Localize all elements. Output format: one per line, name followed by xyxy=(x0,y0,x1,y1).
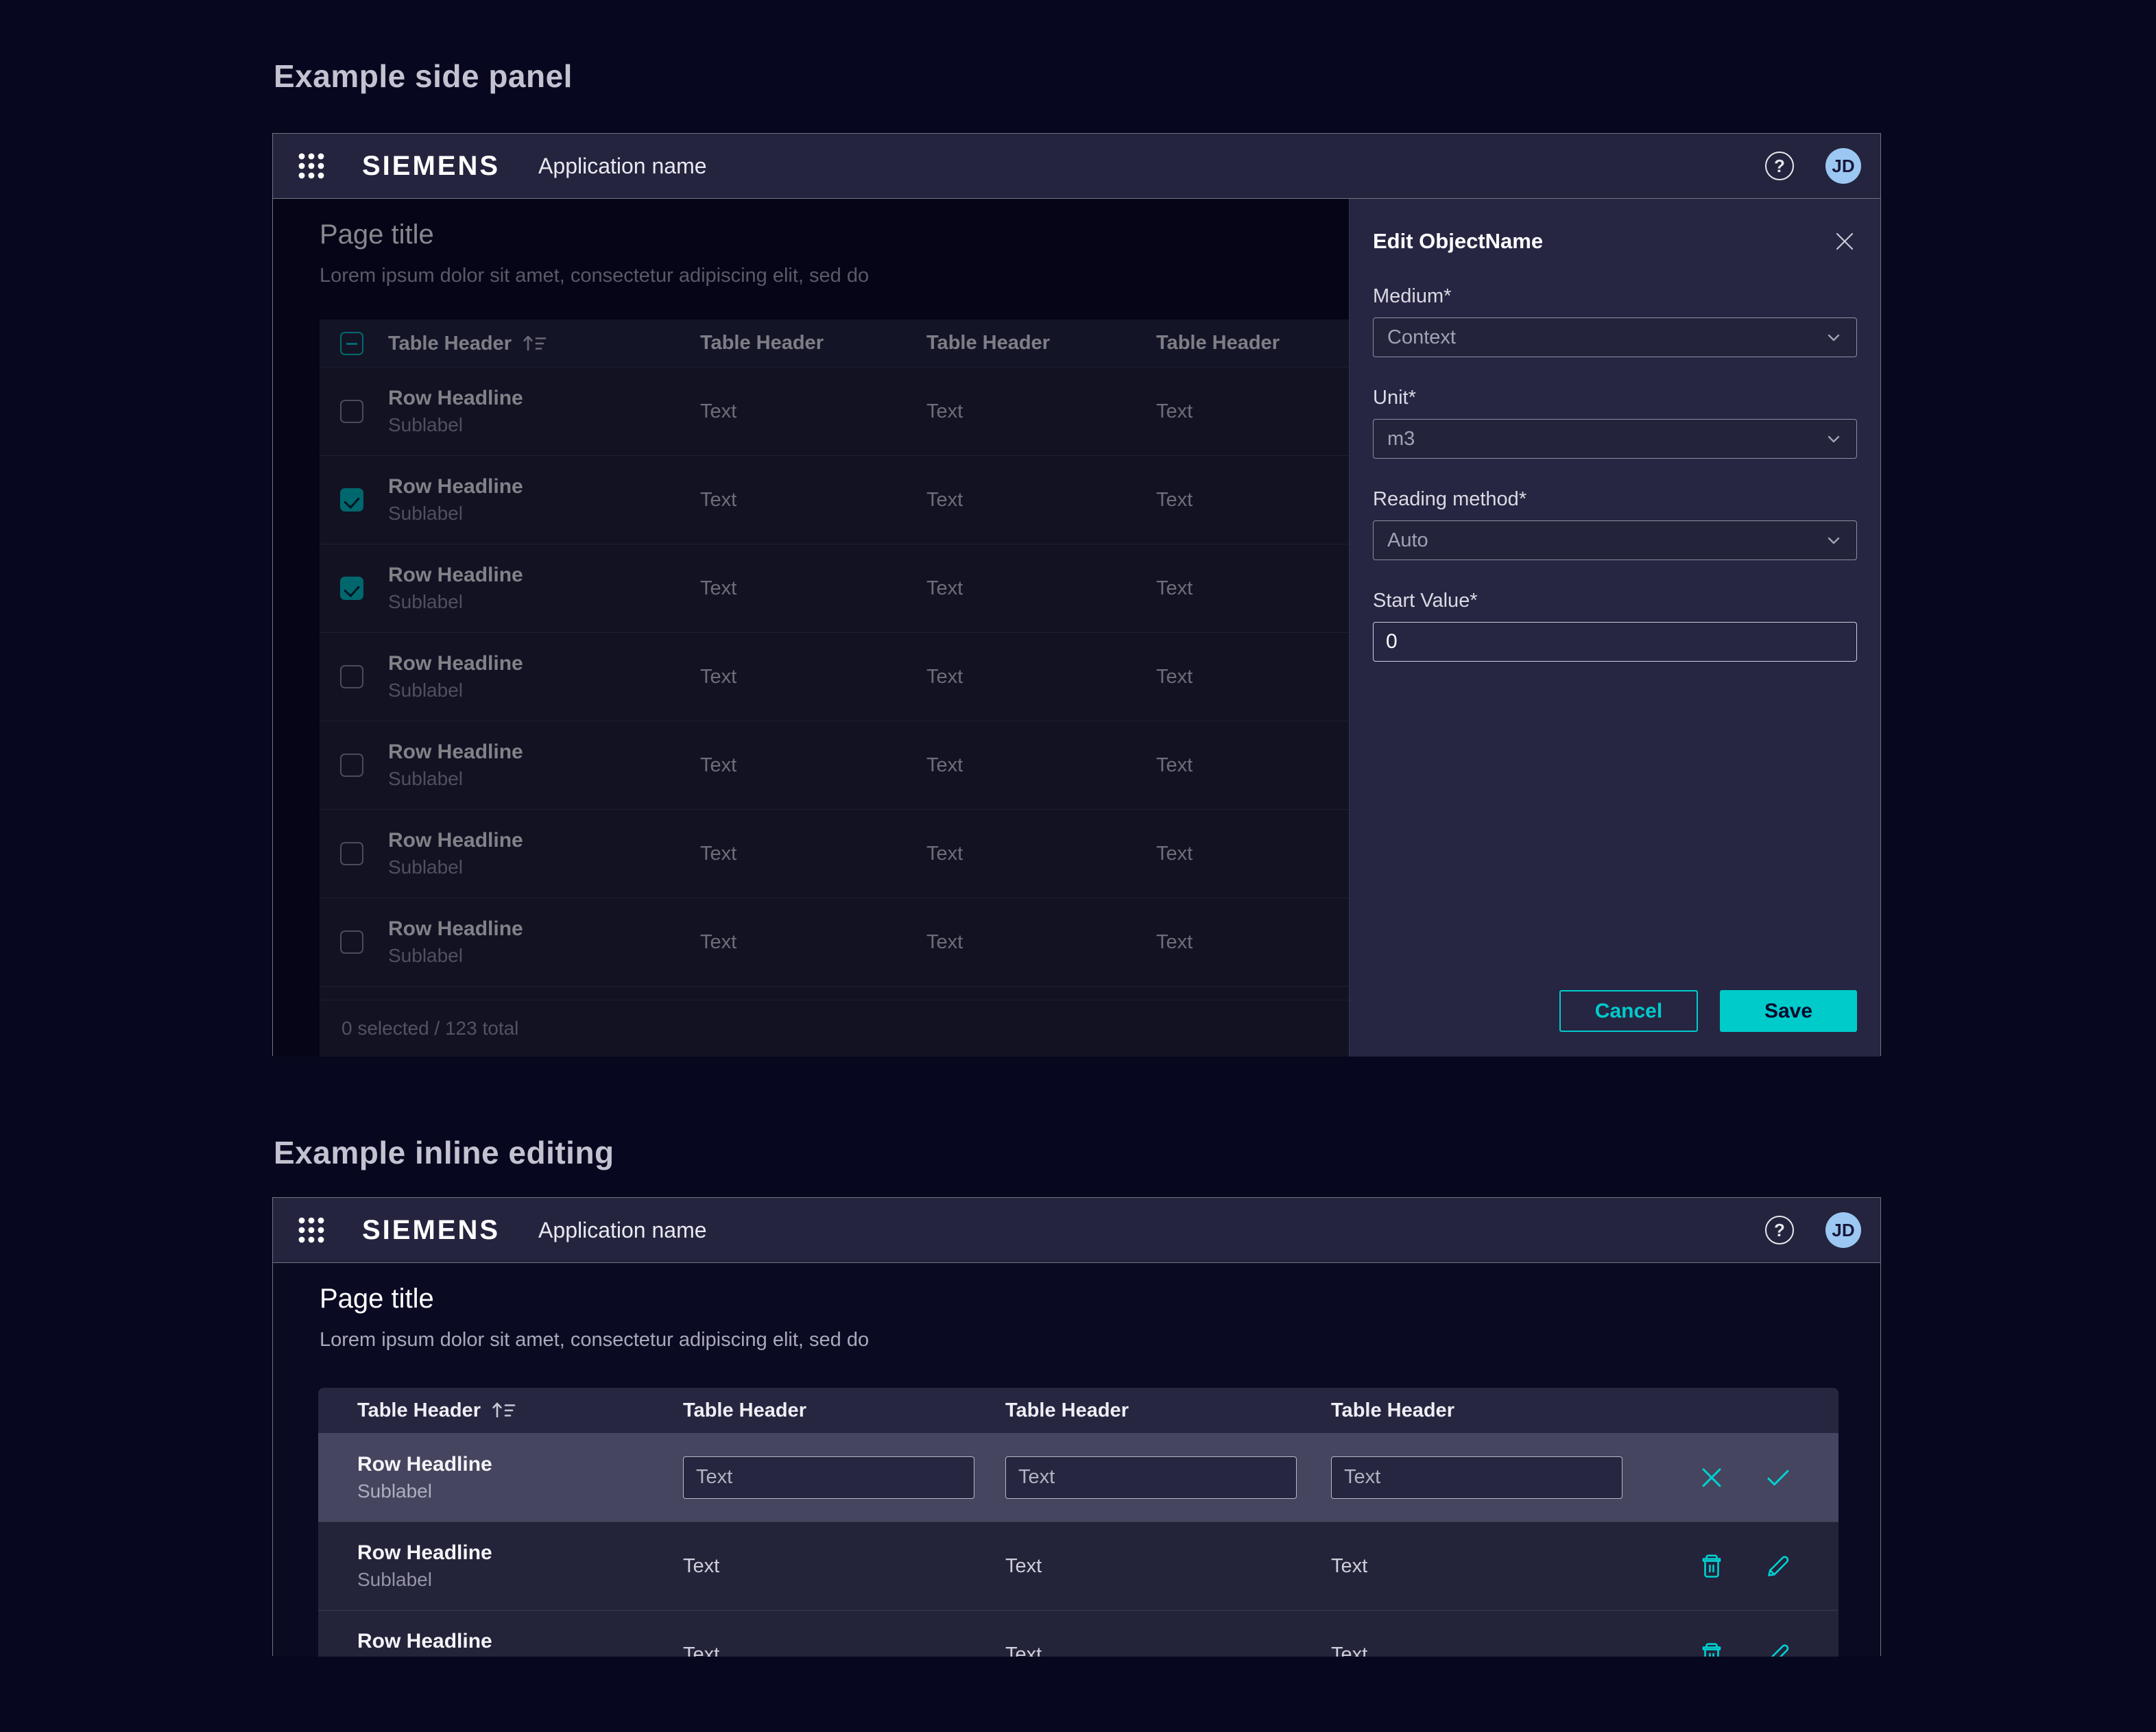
delete-icon[interactable] xyxy=(1697,1639,1727,1657)
inline-edit-input[interactable] xyxy=(1005,1456,1297,1499)
page-subtitle: Lorem ipsum dolor sit amet, consectetur … xyxy=(320,1329,869,1351)
save-button[interactable]: Save xyxy=(1720,990,1857,1032)
user-avatar[interactable]: JD xyxy=(1825,148,1861,184)
column-header[interactable]: Table Header xyxy=(1292,1399,1672,1422)
modal-dim-overlay xyxy=(273,199,1350,1057)
user-avatar[interactable]: JD xyxy=(1825,1212,1861,1248)
edit-icon[interactable] xyxy=(1763,1551,1793,1581)
app-header: SIEMENS Application name ? JD xyxy=(273,1198,1880,1263)
app-launcher-icon[interactable] xyxy=(298,152,325,180)
field-label: Start Value* xyxy=(1373,590,1857,612)
app-content: Page title Lorem ipsum dolor sit amet, c… xyxy=(273,1263,1880,1657)
section-heading-inline-editing: Example inline editing xyxy=(274,1134,614,1171)
table-row-editing: Row Headline Sublabel xyxy=(318,1433,1838,1521)
delete-icon[interactable] xyxy=(1697,1551,1727,1581)
panel-title: Edit ObjectName xyxy=(1373,229,1543,254)
start-value-input[interactable] xyxy=(1373,622,1857,662)
brand-logo: SIEMENS xyxy=(362,151,500,182)
row-headline: Row Headline xyxy=(357,1452,644,1477)
edit-side-panel: Edit ObjectName Medium* Context Unit* m3… xyxy=(1349,199,1880,1057)
sort-ascending-icon xyxy=(490,1399,518,1421)
chevron-down-icon xyxy=(1825,430,1843,448)
row-sublabel: Sublabel xyxy=(357,1568,644,1591)
field-reading-method: Reading method* Auto xyxy=(1373,488,1857,560)
medium-select[interactable]: Context xyxy=(1373,317,1857,357)
app-window-side-panel: SIEMENS Application name ? JD Page title… xyxy=(272,133,1881,1056)
column-header[interactable]: Table Header xyxy=(966,1399,1292,1422)
page-title: Page title xyxy=(320,1284,434,1314)
app-header: SIEMENS Application name ? JD xyxy=(273,134,1880,199)
row-sublabel: Sublabel xyxy=(357,1480,644,1503)
brand-logo: SIEMENS xyxy=(362,1215,500,1246)
table-row[interactable]: Row Headline Sublabel Text Text Text xyxy=(318,1610,1838,1657)
app-launcher-icon[interactable] xyxy=(298,1216,325,1244)
help-icon[interactable]: ? xyxy=(1765,1216,1794,1244)
inline-edit-input[interactable] xyxy=(683,1456,974,1499)
table-row[interactable]: Row Headline Sublabel Text Text Text xyxy=(318,1521,1838,1610)
reading-method-select[interactable]: Auto xyxy=(1373,520,1857,560)
help-icon[interactable]: ? xyxy=(1765,152,1794,180)
chevron-down-icon xyxy=(1825,531,1843,549)
table-cell: Text xyxy=(1292,1555,1672,1578)
column-header[interactable]: Table Header xyxy=(318,1399,644,1422)
field-medium: Medium* Context xyxy=(1373,285,1857,357)
application-name: Application name xyxy=(538,1218,706,1243)
cancel-edit-icon[interactable] xyxy=(1697,1463,1727,1493)
application-name: Application name xyxy=(538,154,706,179)
section-heading-side-panel: Example side panel xyxy=(274,58,573,95)
unit-select[interactable]: m3 xyxy=(1373,419,1857,459)
column-header[interactable]: Table Header xyxy=(644,1399,966,1422)
edit-icon[interactable] xyxy=(1763,1639,1793,1657)
table-cell: Text xyxy=(644,1555,966,1578)
data-table: Table Header Table Header Table Header T… xyxy=(318,1388,1838,1657)
row-headline: Row Headline xyxy=(357,1541,644,1565)
field-start-value: Start Value* xyxy=(1373,590,1857,662)
close-icon[interactable] xyxy=(1832,229,1857,254)
table-cell: Text xyxy=(966,1555,1292,1578)
confirm-edit-icon[interactable] xyxy=(1763,1463,1793,1493)
field-unit: Unit* m3 xyxy=(1373,387,1857,459)
table-cell: Text xyxy=(966,1644,1292,1657)
app-content: Page title Lorem ipsum dolor sit amet, c… xyxy=(273,199,1880,1057)
table-header-row: Table Header Table Header Table Header T… xyxy=(318,1388,1838,1433)
field-label: Reading method* xyxy=(1373,488,1857,511)
table-cell: Text xyxy=(1292,1644,1672,1657)
inline-edit-input[interactable] xyxy=(1331,1456,1622,1499)
row-headline: Row Headline xyxy=(357,1629,644,1654)
field-label: Unit* xyxy=(1373,387,1857,409)
cancel-button[interactable]: Cancel xyxy=(1559,990,1698,1032)
field-label: Medium* xyxy=(1373,285,1857,308)
app-window-inline-editing: SIEMENS Application name ? JD Page title… xyxy=(272,1197,1881,1656)
chevron-down-icon xyxy=(1825,328,1843,346)
table-cell: Text xyxy=(644,1644,966,1657)
